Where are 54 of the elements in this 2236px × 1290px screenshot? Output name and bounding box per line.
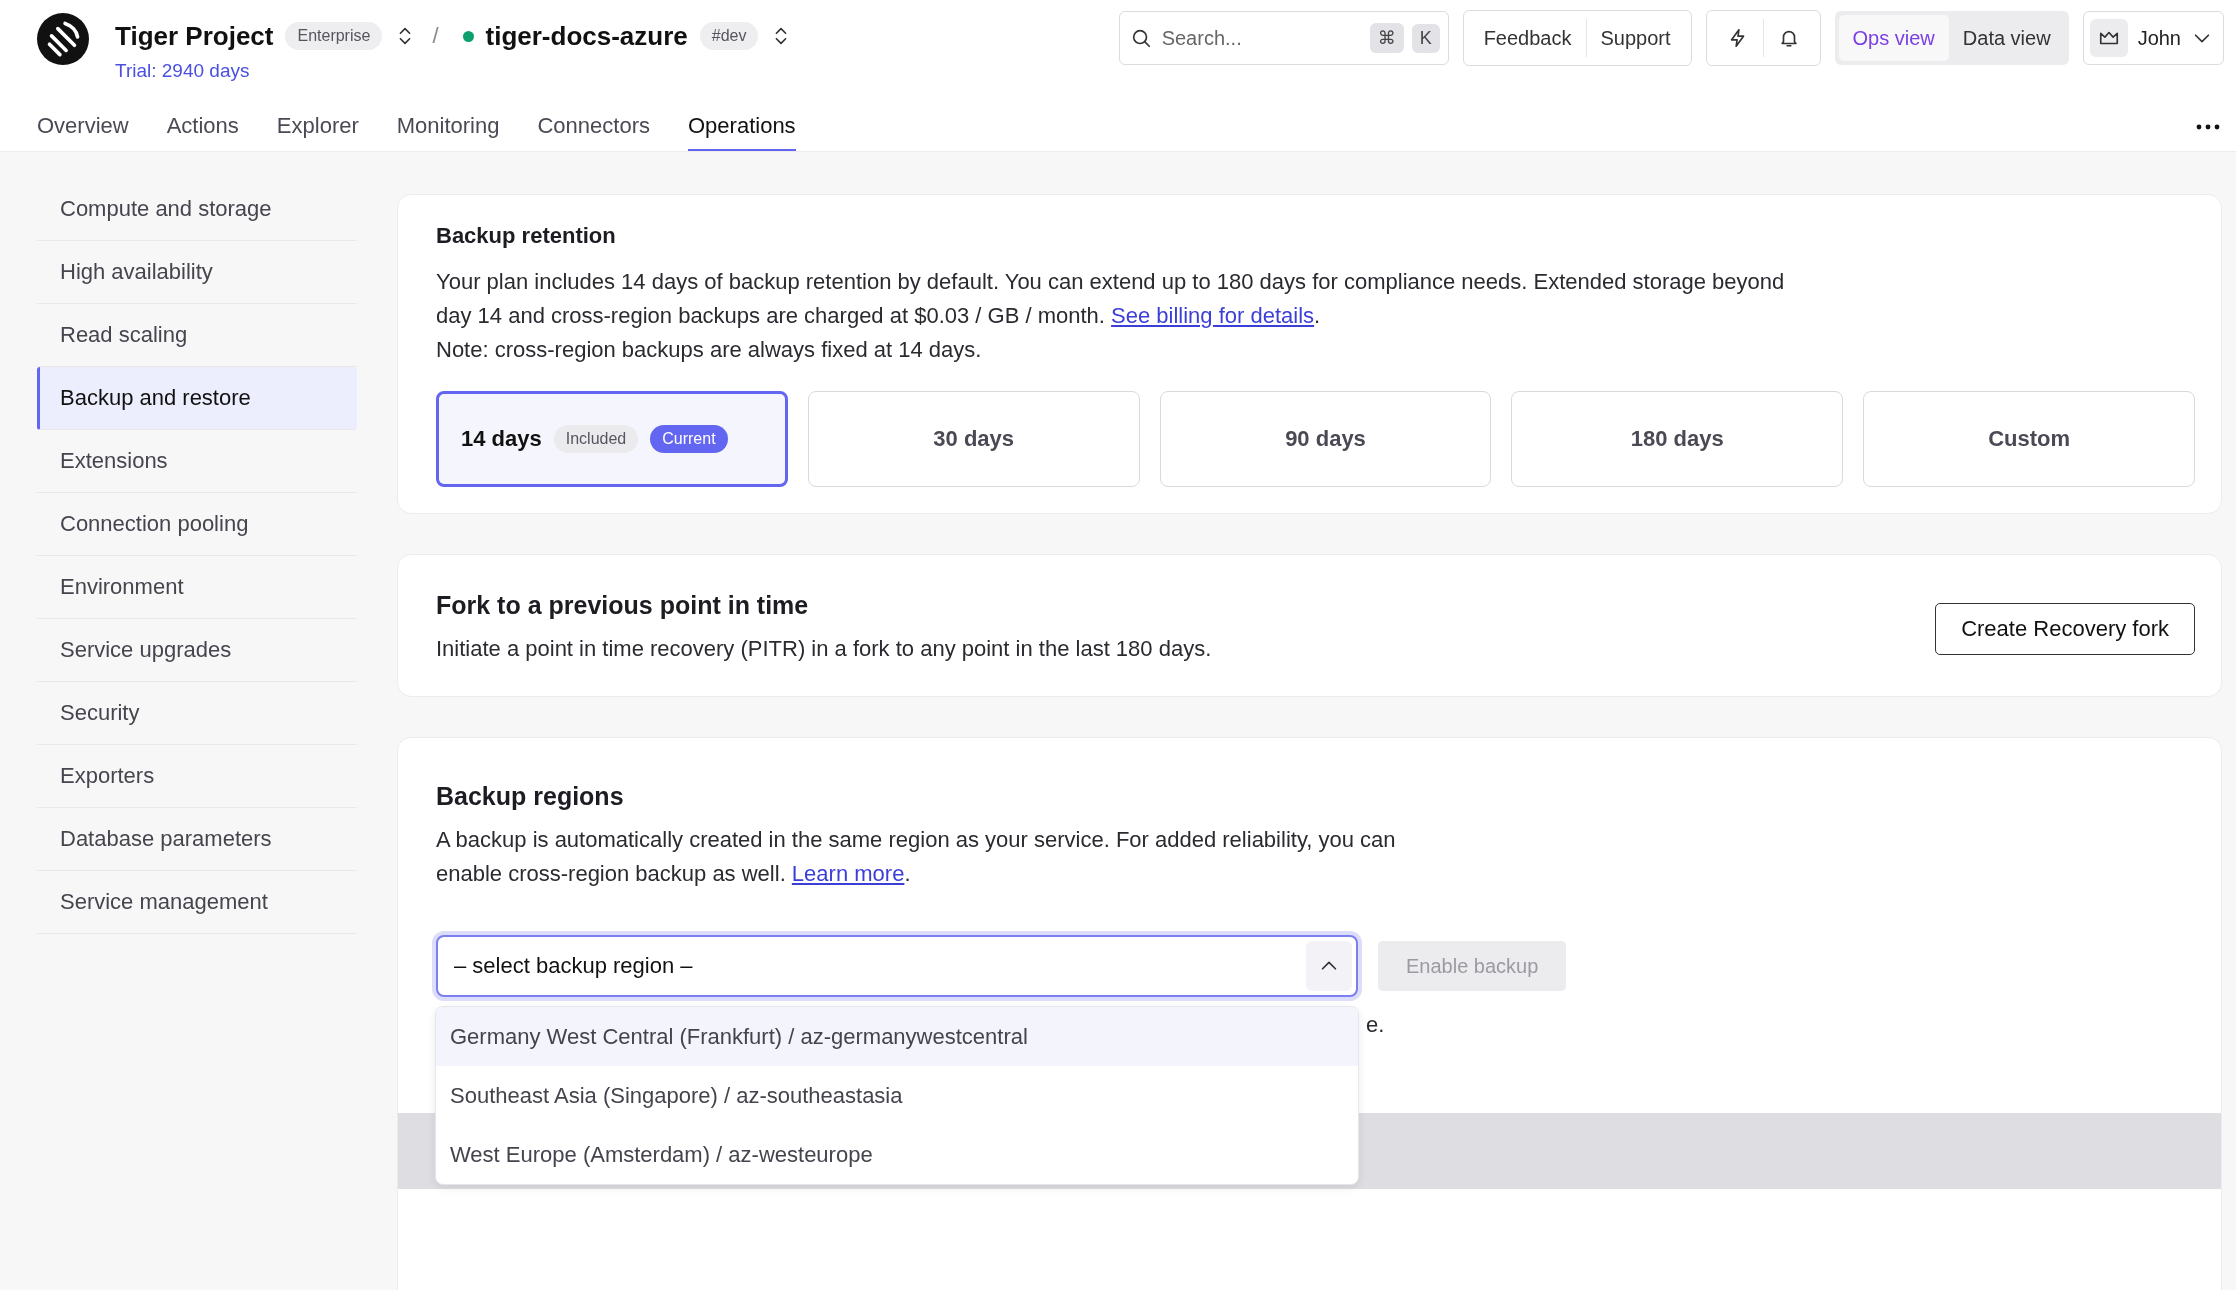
trial-label[interactable]: Trial: 2940 days [115, 60, 793, 82]
more-icon [2196, 124, 2220, 130]
note: Note: cross-region backups are always fixed at 14 days. [436, 336, 983, 364]
sidebar-item[interactable]: Connection pooling [37, 493, 357, 556]
description: Your plan includes 14 days of backup retention by default. You can extend up to 180 days for compliance needs. Extended storage beyond day 14 and cross-region backups are charged at $0.03 / GB / month. See billing for details. [436, 268, 1786, 330]
sidebar-item[interactable]: Service upgrades [37, 619, 357, 682]
dropdown-option[interactable]: Germany West Central (Frankfurt) / az-germanywestcentral [436, 1007, 1358, 1066]
header-button[interactable]: Feedback [1469, 16, 1586, 60]
retention-option[interactable]: 14 days Included Current [436, 391, 788, 487]
sidebar-item[interactable]: Exporters [37, 745, 357, 808]
link[interactable]: Learn more [791, 861, 905, 886]
view-tab[interactable]: Data view [1948, 15, 2065, 61]
sidebar-item[interactable]: Compute and storage [37, 178, 357, 241]
section-title: Backup regions [436, 782, 625, 811]
nav-tab[interactable]: Connectors [537, 113, 650, 151]
retention-option[interactable]: Custom [1863, 391, 2195, 487]
sidebar-item[interactable]: Service management [37, 871, 357, 934]
nav-tab[interactable]: Explorer [276, 113, 359, 151]
sidebar-item[interactable]: Backup and restore [37, 367, 357, 430]
sidebar-item[interactable]: Security [37, 682, 357, 745]
search-input[interactable]: Search... [1159, 25, 1362, 51]
shortcut-key: K [1411, 23, 1440, 53]
retention-option[interactable]: 180 days [1511, 391, 1844, 487]
sidebar-item[interactable]: Environment [37, 556, 357, 619]
shortcut-key: ⌘ [1369, 23, 1404, 53]
nav-tab[interactable]: Actions [166, 113, 239, 151]
env-tag: #dev [699, 22, 759, 50]
current-badge: Current [650, 425, 728, 453]
service-name[interactable]: tiger-docs-azure [485, 20, 688, 52]
project-name[interactable]: Tiger Project [115, 20, 274, 52]
retention-option[interactable]: 30 days [807, 391, 1140, 487]
plan-badge: Enterprise [285, 22, 383, 50]
nav-tab[interactable]: Monitoring [396, 113, 500, 151]
search-field[interactable]: Search... ⌘ K [1118, 11, 1449, 65]
view-tab[interactable]: Ops view [1838, 15, 1949, 61]
create-fork-button[interactable]: Create Recovery fork [1935, 602, 2195, 655]
included-badge: Included [553, 425, 639, 453]
sidebar-item[interactable]: Database parameters [37, 808, 357, 871]
description: Initiate a point in time recovery (PITR) in a fork to any point in the last 180 days. [436, 635, 1212, 663]
sidebar-item[interactable]: Extensions [37, 430, 357, 493]
dropdown-option[interactable]: Southeast Asia (Singapore) / az-southeastasia [436, 1066, 1358, 1125]
header-button[interactable]: Support [1586, 16, 1685, 60]
sidebar-item[interactable]: High availability [37, 241, 357, 304]
link[interactable]: See billing for details [1111, 303, 1315, 328]
logo-icon [37, 13, 89, 65]
breadcrumb-separator: / [432, 23, 439, 49]
description: A backup is automatically created in the same region as your service. For added reliability, you can enable cross-region backup as well. Learn more. [436, 826, 1397, 888]
user-menu[interactable]: John [2082, 11, 2224, 65]
nav-tab[interactable]: Overview [37, 113, 129, 151]
description: e. [1366, 1012, 1385, 1038]
retention-option[interactable]: 90 days [1159, 391, 1492, 487]
dropdown-option[interactable]: West Europe (Amsterdam) / az-westeurope [436, 1125, 1358, 1184]
section-title: Fork to a previous point in time [436, 591, 810, 620]
section-title: Backup retention [436, 223, 617, 249]
